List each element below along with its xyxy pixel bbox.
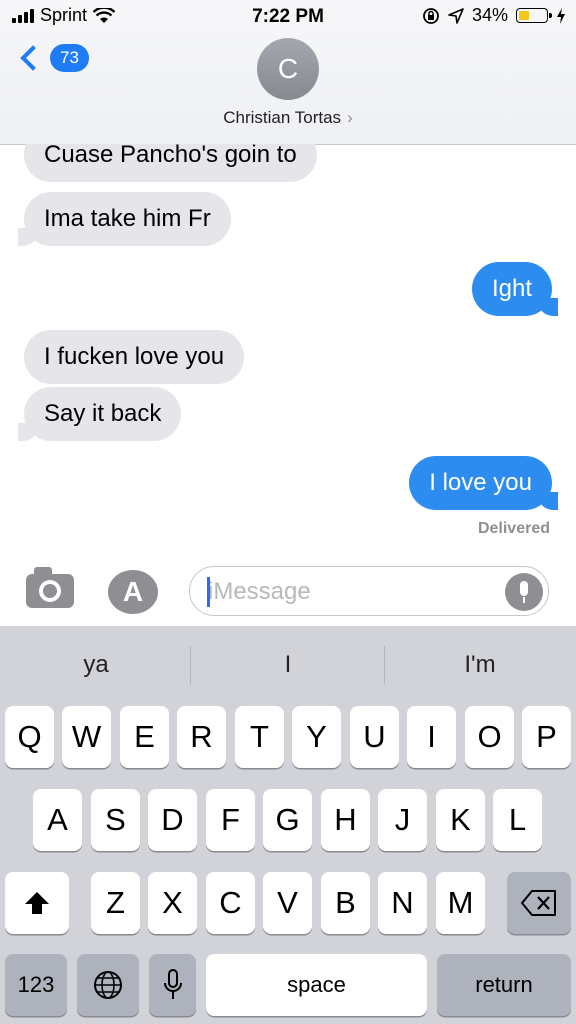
message-bubble-outgoing[interactable]: I love you (409, 456, 558, 510)
key-v[interactable]: V (263, 872, 312, 934)
contact-name: Christian Tortas (223, 108, 342, 127)
key-c[interactable]: C (206, 872, 255, 934)
return-key[interactable]: return (437, 954, 571, 1016)
contact-avatar[interactable]: C (257, 38, 319, 100)
message-bubble-incoming[interactable]: I fucken love you (24, 330, 245, 384)
key-q[interactable]: Q (5, 706, 54, 768)
composer-bar: A (0, 552, 576, 626)
key-m[interactable]: M (436, 872, 485, 934)
suggestion-divider (190, 646, 191, 684)
delete-icon (521, 890, 556, 916)
unread-count-badge: 73 (50, 44, 89, 72)
key-u[interactable]: U (350, 706, 399, 768)
key-w[interactable]: W (62, 706, 111, 768)
chevron-right-icon: › (347, 108, 353, 127)
key-g[interactable]: G (263, 789, 312, 851)
key-k[interactable]: K (436, 789, 485, 851)
message-thread[interactable]: Cuase Pancho's goin to Ima take him Fr I… (0, 144, 576, 552)
key-l[interactable]: L (493, 789, 542, 851)
battery-percent: 34% (471, 5, 508, 25)
key-o[interactable]: O (465, 706, 514, 768)
key-n[interactable]: N (378, 872, 427, 934)
key-z[interactable]: Z (91, 872, 140, 934)
predictive-bar: ya I I'm (0, 626, 576, 704)
suggestion-1[interactable]: ya (0, 626, 192, 704)
message-bubble-incoming[interactable]: Cuase Pancho's goin to (24, 144, 317, 182)
chevron-left-icon (20, 45, 46, 71)
text-cursor (207, 577, 210, 607)
conversation-header: Sprint 7:22 PM 34% 73 C Christian Tortas… (0, 0, 576, 145)
suggestion-2[interactable]: I (192, 626, 384, 704)
message-bubble-incoming[interactable]: Say it back (17, 387, 182, 441)
delivered-status: Delivered (477, 520, 550, 537)
key-i[interactable]: I (407, 706, 456, 768)
delete-key[interactable] (507, 872, 571, 934)
shift-icon (25, 892, 49, 914)
key-r[interactable]: R (177, 706, 226, 768)
key-p[interactable]: P (522, 706, 571, 768)
dictation-mic-icon[interactable] (505, 573, 543, 611)
message-bubble-incoming[interactable]: Ima take him Fr (18, 192, 231, 246)
camera-icon[interactable] (26, 567, 74, 608)
battery-icon (516, 8, 552, 23)
space-key[interactable]: space (206, 954, 427, 1016)
key-a[interactable]: A (33, 789, 82, 851)
app-store-icon[interactable]: A (108, 570, 158, 614)
rotation-lock-icon (423, 7, 439, 24)
microphone-icon (163, 969, 182, 999)
message-field[interactable] (189, 566, 549, 616)
key-x[interactable]: X (148, 872, 197, 934)
globe-key[interactable] (77, 954, 139, 1016)
suggestion-3[interactable]: I'm (384, 626, 576, 704)
contact-name-button[interactable]: Christian Tortas › (0, 108, 576, 128)
numbers-key[interactable]: 123 (5, 954, 67, 1016)
location-icon (448, 7, 464, 24)
charging-icon (557, 7, 565, 24)
key-b[interactable]: B (321, 872, 370, 934)
key-f[interactable]: F (206, 789, 255, 851)
message-bubble-outgoing[interactable]: Ight (471, 262, 559, 316)
dictation-key[interactable] (149, 954, 196, 1016)
shift-key[interactable] (5, 872, 69, 934)
key-j[interactable]: J (378, 789, 427, 851)
key-s[interactable]: S (91, 789, 140, 851)
key-h[interactable]: H (321, 789, 370, 851)
key-t[interactable]: T (235, 706, 284, 768)
key-y[interactable]: Y (292, 706, 341, 768)
back-button[interactable]: 73 (18, 44, 89, 72)
keyboard: ya I I'm Q W E R T Y U I O P A S D F G H… (0, 626, 576, 1024)
status-right: 34% (422, 5, 566, 26)
status-bar: Sprint 7:22 PM 34% (0, 0, 576, 34)
message-input[interactable] (206, 575, 490, 609)
key-d[interactable]: D (148, 789, 197, 851)
globe-icon (94, 971, 122, 999)
key-e[interactable]: E (120, 706, 169, 768)
